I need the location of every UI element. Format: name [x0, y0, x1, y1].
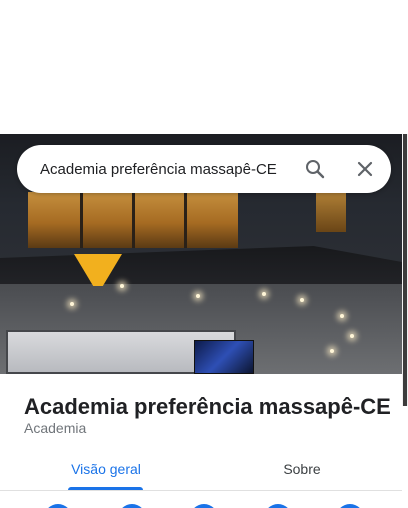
close-icon[interactable] — [353, 157, 377, 181]
scrollbar-track[interactable] — [402, 134, 408, 406]
search-icon[interactable] — [303, 157, 327, 181]
photo-ceiling — [0, 246, 402, 286]
place-title: Academia preferência massapê-CE — [24, 394, 391, 419]
photo-window-lights — [28, 192, 238, 248]
photo-tv-screen — [194, 340, 254, 374]
search-input[interactable] — [40, 158, 296, 180]
photo-window-right — [316, 192, 346, 232]
scrollbar-thumb[interactable] — [403, 134, 407, 406]
tab-about[interactable]: Sobre — [262, 448, 342, 490]
place-category[interactable]: Academia — [24, 420, 86, 436]
tab-overview[interactable]: Visão geral — [62, 448, 150, 490]
blank-top-area — [0, 0, 408, 134]
tab-divider — [0, 490, 402, 491]
search-box[interactable] — [17, 145, 391, 193]
